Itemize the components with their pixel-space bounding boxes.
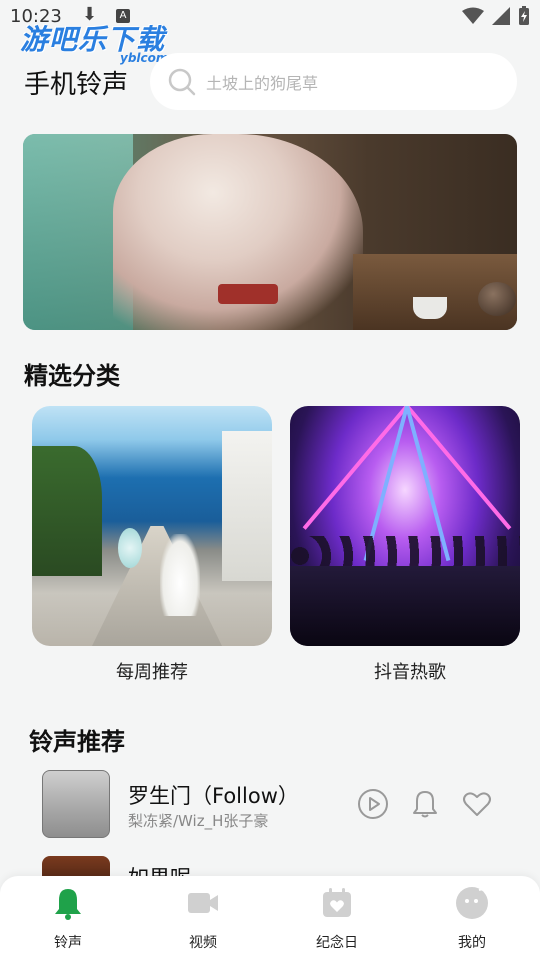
profile-icon [456,887,488,919]
signal-icon [492,7,510,25]
category-card-douyin[interactable] [290,406,520,646]
search-input[interactable]: 土坡上的狗尾草 [150,53,517,110]
category-label-weekly: 每周推荐 [116,662,188,683]
bell-icon [55,889,81,920]
category-image-hill [32,446,102,576]
nav-item-mine[interactable]: 我的 [432,886,512,956]
heart-icon[interactable] [461,788,493,820]
search-placeholder: 土坡上的狗尾草 [206,73,319,93]
nav-label: 视频 [189,935,217,951]
bottom-nav: 铃声 视频 纪念日 我的 [0,876,540,960]
category-image-road [92,526,222,646]
bell-icon[interactable] [409,788,441,820]
nav-label: 纪念日 [316,935,358,951]
nav-item-ringtone[interactable]: 铃声 [28,886,108,956]
category-card-weekly[interactable] [32,406,272,646]
status-right [462,6,530,26]
category-image-girl [160,534,200,616]
categories-section-title: 精选分类 [24,362,120,390]
play-icon[interactable] [357,788,389,820]
watermark-logo: 游吧乐下载 yblcom [20,18,168,65]
wifi-icon [462,7,484,24]
category-image-balloon [118,528,142,568]
banner-image[interactable] [23,134,517,330]
video-icon [188,893,218,913]
song-title[interactable]: 罗生门（Follow） [128,780,299,810]
nav-label: 铃声 [54,935,82,951]
nav-item-anniversary[interactable]: 纪念日 [297,886,377,956]
nav-item-video[interactable]: 视频 [163,886,243,956]
page-title: 手机铃声 [24,70,129,100]
nav-label: 我的 [458,935,486,951]
calendar-heart-icon [323,888,351,917]
search-icon [168,68,196,95]
banner-belt [218,284,278,304]
ringtones-section-title: 铃声推荐 [29,728,125,756]
battery-icon [519,6,529,25]
song-cover[interactable] [42,770,110,838]
category-image-beam [302,406,409,530]
banner-teapot [478,282,516,316]
category-image-dj-stage [290,566,520,646]
banner-teacup [413,297,447,319]
category-label-douyin: 抖音热歌 [374,662,446,683]
category-image-house [222,431,272,581]
song-artist: 梨冻紧/Wiz_H张子豪 [128,812,269,830]
